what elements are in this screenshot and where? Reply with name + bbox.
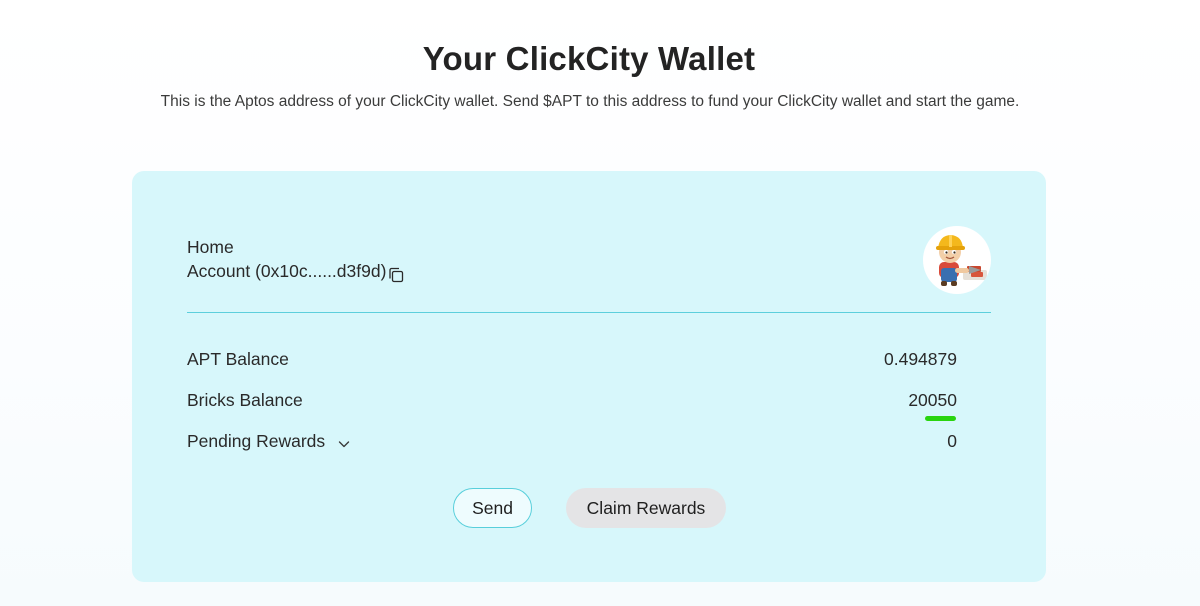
page-subtitle: This is the Aptos address of your ClickC…	[160, 93, 1020, 110]
pending-rewards-label: Pending Rewards	[187, 431, 326, 451]
pending-rewards-toggle[interactable]: Pending Rewards	[187, 431, 351, 452]
pending-rewards-value: 0	[947, 431, 957, 451]
bricks-balance-value: 20050	[908, 390, 957, 410]
bricks-balance-value-wrap: 20050	[908, 390, 957, 421]
apt-balance-row: APT Balance 0.494879	[187, 349, 957, 370]
divider	[187, 312, 991, 313]
pending-rewards-row[interactable]: Pending Rewards 0	[187, 431, 957, 452]
wallet-card: Home Account (0x10c......d3f9d) APT Bala…	[132, 171, 1046, 582]
builder-character-avatar-icon	[936, 235, 987, 286]
bricks-balance-row: Bricks Balance 20050	[187, 390, 957, 421]
send-button[interactable]: Send	[453, 488, 532, 528]
bricks-balance-label: Bricks Balance	[187, 390, 303, 410]
claim-rewards-button[interactable]: Claim Rewards	[566, 488, 726, 528]
apt-balance-label: APT Balance	[187, 349, 289, 369]
apt-balance-value: 0.494879	[884, 349, 957, 369]
account-address: Account (0x10c......d3f9d)	[187, 261, 387, 281]
chevron-down-icon[interactable]	[337, 435, 351, 449]
page-title: Your ClickCity Wallet	[422, 40, 756, 77]
account-address-line: Account (0x10c......d3f9d)	[187, 259, 404, 283]
account-info: Home Account (0x10c......d3f9d)	[187, 235, 404, 283]
copy-icon[interactable]	[388, 265, 404, 283]
avatar	[923, 226, 991, 294]
highlight-underline	[925, 416, 956, 421]
account-name: Home	[187, 237, 234, 257]
